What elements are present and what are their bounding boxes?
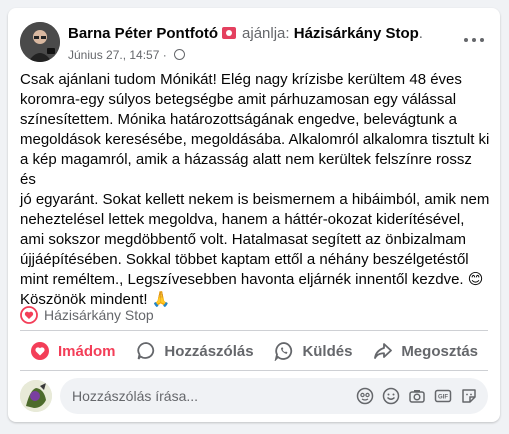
- sticker-icon[interactable]: [460, 387, 478, 405]
- author-name[interactable]: Barna Péter Pontfotó: [68, 25, 218, 42]
- comment-button[interactable]: Hozzászólás: [126, 334, 263, 368]
- share-button[interactable]: Megosztás: [363, 334, 488, 368]
- page-tag-label: Házisárkány Stop: [44, 307, 154, 323]
- post-time[interactable]: 14:57: [129, 48, 159, 62]
- post-meta: Június 27., 14:57 ·: [68, 48, 186, 62]
- post-date[interactable]: Június 27.: [68, 48, 123, 62]
- share-icon: [374, 343, 393, 359]
- whatsapp-icon: [275, 342, 293, 361]
- comment-placeholder: Hozzászólás írása...: [72, 388, 199, 404]
- love-label: Imádom: [58, 342, 116, 360]
- love-button[interactable]: Imádom: [20, 334, 126, 368]
- target-page-link[interactable]: Házisárkány Stop: [294, 25, 419, 42]
- action-bar: Imádom Hozzászólás Küldés Megosztás: [20, 334, 488, 368]
- author-avatar[interactable]: [20, 22, 60, 62]
- share-label: Megosztás: [401, 342, 478, 360]
- author-line: Barna Péter Pontfotó ajánlja: Házisárkány…: [68, 25, 423, 42]
- divider: [20, 330, 488, 331]
- comment-icon: [137, 342, 155, 360]
- avatar-icon[interactable]: [20, 380, 52, 412]
- send-button[interactable]: Küldés: [264, 334, 362, 368]
- comment-input[interactable]: Hozzászólás írása... GIF: [60, 378, 488, 414]
- more-options-icon[interactable]: [464, 34, 484, 46]
- camera-icon[interactable]: [408, 387, 426, 405]
- comment-label: Hozzászólás: [164, 342, 254, 360]
- meta-separator: ·: [162, 48, 167, 62]
- heart-icon: [20, 306, 38, 324]
- recommend-badge-icon: [222, 27, 237, 39]
- page-tag[interactable]: Házisárkány Stop: [20, 306, 154, 324]
- post-body: Csak ajánlani tudom Mónikát! Elég nagy k…: [20, 71, 490, 308]
- emoji-icon[interactable]: [382, 387, 400, 405]
- target-suffix: .: [418, 25, 423, 42]
- comment-tools: GIF: [356, 387, 478, 405]
- heart-icon: [31, 342, 49, 360]
- gif-icon[interactable]: GIF: [434, 387, 452, 405]
- avatar-sticker-icon[interactable]: [356, 387, 374, 405]
- divider: [20, 370, 488, 371]
- comment-composer: Hozzászólás írása... GIF: [20, 376, 488, 414]
- post-card: Barna Péter Pontfotó ajánlja: Házisárkány…: [8, 8, 500, 422]
- recommend-verb: ajánlja:: [242, 25, 290, 42]
- send-label: Küldés: [302, 342, 353, 360]
- globe-icon: [174, 49, 186, 60]
- svg-text:GIF: GIF: [438, 395, 448, 401]
- post-header: Barna Péter Pontfotó ajánlja: Házisárkány…: [20, 18, 488, 64]
